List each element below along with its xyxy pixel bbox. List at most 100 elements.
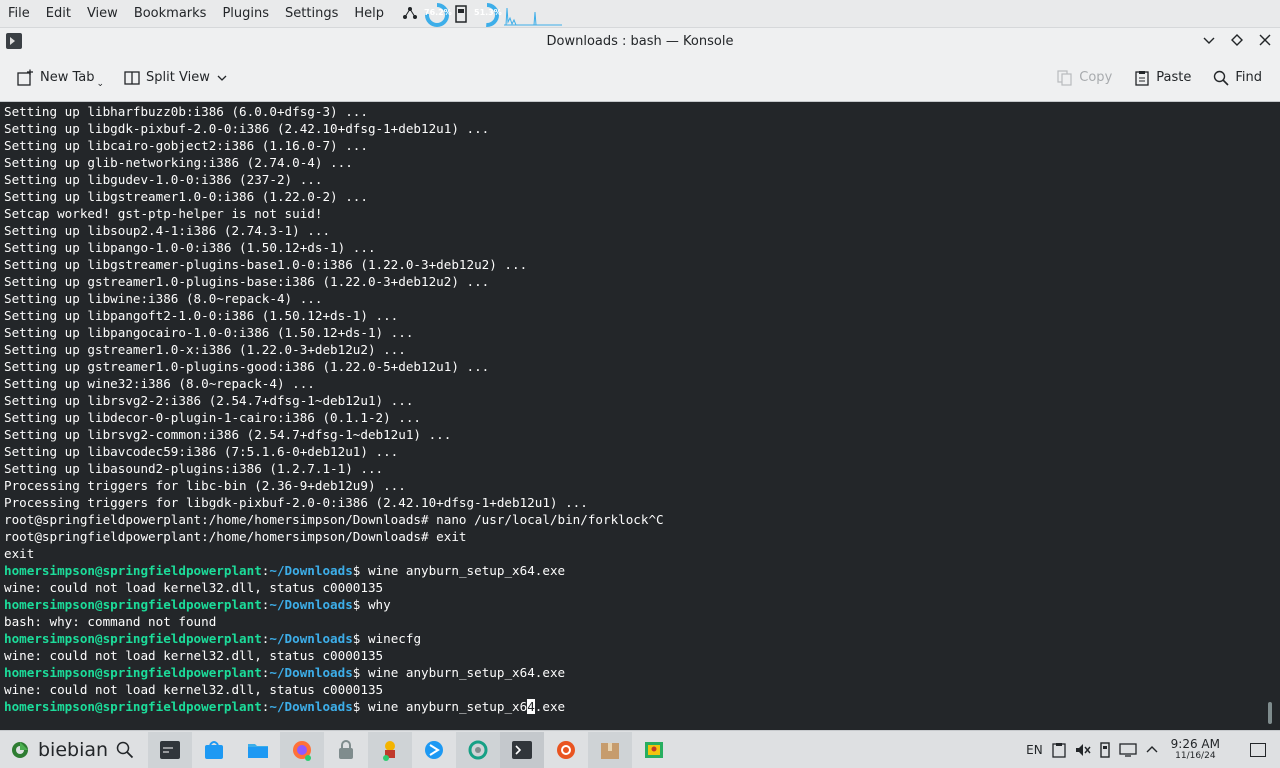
- menu-plugins[interactable]: Plugins: [214, 0, 277, 28]
- search-icon: [1214, 70, 1229, 86]
- task-game[interactable]: [368, 731, 413, 768]
- volume-muted-icon[interactable]: [1075, 742, 1091, 758]
- application-launcher[interactable]: biebian: [0, 731, 144, 768]
- keyboard-layout[interactable]: EN: [1026, 743, 1043, 757]
- konsole-toolbar: New Tab ⌄ Split View Copy Paste Find: [0, 54, 1280, 102]
- chevron-down-icon[interactable]: [216, 72, 228, 84]
- terminal-line: Setting up libpangocairo-1.0-0:i386 (1.5…: [4, 325, 414, 340]
- task-kde-connect[interactable]: [412, 732, 456, 768]
- terminal-prompt-line: homersimpson@springfieldpowerplant:~/Dow…: [4, 596, 1280, 613]
- text-cursor: 4: [527, 699, 535, 714]
- terminal-scrollbar[interactable]: [1268, 702, 1272, 724]
- terminal-line: Setting up libgudev-1.0-0:i386 (237-2) .…: [4, 172, 323, 187]
- task-archive[interactable]: [588, 731, 633, 768]
- close-icon[interactable]: [1256, 31, 1274, 49]
- find-label: Find: [1235, 70, 1262, 85]
- clock-date: 11/16/24: [1175, 750, 1216, 761]
- copy-button[interactable]: Copy: [1049, 62, 1120, 94]
- prompt-path: ~/Downloads: [269, 631, 353, 646]
- menu-file[interactable]: File: [0, 0, 38, 28]
- terminal-output-line: wine: could not load kernel32.dll, statu…: [4, 580, 384, 595]
- window-titlebar[interactable]: Downloads : bash — Konsole: [0, 28, 1280, 54]
- new-tab-label: New Tab: [40, 70, 95, 85]
- network-sparkline[interactable]: [504, 2, 562, 26]
- task-system-monitor[interactable]: [148, 731, 193, 768]
- system-tray: EN 9:26 AM 11/16/24: [1026, 738, 1280, 762]
- window-title: Downloads : bash — Konsole: [546, 33, 734, 49]
- terminal-line: Setting up libavcodec59:i386 (7:5.1.6-0+…: [4, 444, 399, 459]
- konsole-app-icon[interactable]: [6, 33, 22, 49]
- new-tab-button[interactable]: New Tab ⌄: [8, 62, 112, 94]
- terminal-icon: [512, 740, 533, 759]
- terminal-line: Setting up libpangoft2-1.0-0:i386 (1.50.…: [4, 308, 399, 323]
- cpu-gauge[interactable]: 76.2%: [424, 2, 452, 27]
- find-button[interactable]: Find: [1205, 62, 1270, 94]
- store-bag-icon: [205, 740, 224, 759]
- prompt-path: ~/Downloads: [269, 665, 353, 680]
- clipboard-icon[interactable]: [1051, 742, 1067, 758]
- task-lock[interactable]: [324, 732, 368, 768]
- terminal-output-line: bash: why: command not found: [4, 614, 217, 629]
- kde-icon: [425, 740, 444, 759]
- task-firefox[interactable]: [280, 731, 325, 768]
- search-icon[interactable]: [116, 741, 134, 759]
- terminal-view[interactable]: Setting up libharfbuzz0b:i386 (6.0.0+dfs…: [0, 102, 1280, 730]
- terminal-line: Setting up glib-networking:i386 (2.74.0-…: [4, 155, 353, 170]
- terminal-line: root@springfieldpowerplant:/home/homersi…: [4, 529, 467, 544]
- task-file-manager[interactable]: [236, 732, 280, 768]
- prompt-user: homersimpson@springfieldpowerplant: [4, 631, 262, 646]
- current-command-text-after: .exe: [534, 699, 566, 714]
- prompt-symbol: $: [352, 631, 368, 646]
- task-ubuntu[interactable]: [544, 732, 588, 768]
- terminal-line: Setting up libharfbuzz0b:i386 (6.0.0+dfs…: [4, 104, 368, 119]
- menu-settings[interactable]: Settings: [277, 0, 346, 28]
- menu-bookmarks[interactable]: Bookmarks: [126, 0, 215, 28]
- debian-swirl-icon: [12, 741, 28, 758]
- terminal-line: Processing triggers for libc-bin (2.36-9…: [4, 478, 406, 493]
- minimize-icon[interactable]: [1200, 31, 1218, 49]
- prompt-symbol: $: [352, 665, 368, 680]
- device-notifier-icon[interactable]: [1099, 741, 1111, 758]
- folder-icon: [248, 743, 269, 758]
- terminal-line: Setting up librsvg2-common:i386 (2.54.7+…: [4, 427, 452, 442]
- network-wired-icon[interactable]: [1119, 742, 1137, 758]
- maximize-icon[interactable]: [1228, 31, 1246, 49]
- split-view-button[interactable]: Split View: [116, 62, 236, 94]
- network-icon[interactable]: [402, 6, 418, 22]
- memory-gauge[interactable]: 51.3%: [474, 2, 502, 27]
- chevron-up-icon[interactable]: [1145, 743, 1159, 757]
- prompt-user: homersimpson@springfieldpowerplant: [4, 699, 262, 714]
- terminal-line: Setting up gstreamer1.0-x:i386 (1.22.0-3…: [4, 342, 406, 357]
- memory-icon[interactable]: [454, 4, 468, 23]
- menu-help[interactable]: Help: [346, 0, 392, 28]
- terminal-line: Setting up libpango-1.0-0:i386 (1.50.12+…: [4, 240, 376, 255]
- task-konsole[interactable]: [500, 731, 545, 768]
- menu-view[interactable]: View: [79, 0, 126, 28]
- terminal-line: Setting up libcairo-gobject2:i386 (1.16.…: [4, 138, 368, 153]
- terminal-prompt-line: homersimpson@springfieldpowerplant:~/Dow…: [4, 664, 1280, 681]
- menu-edit[interactable]: Edit: [38, 0, 79, 28]
- terminal-line: Setting up libgdk-pixbuf-2.0-0:i386 (2.4…: [4, 121, 490, 136]
- system-monitor-icon: [160, 740, 181, 759]
- command-text: winecfg: [367, 631, 422, 646]
- terminal-prompt-line: homersimpson@springfieldpowerplant:~/Dow…: [4, 698, 1280, 715]
- prompt-symbol: $: [352, 699, 368, 714]
- show-desktop-button[interactable]: [1250, 742, 1266, 757]
- digital-clock[interactable]: 9:26 AM 11/16/24: [1171, 738, 1220, 762]
- package-box-icon: [601, 742, 620, 759]
- current-command-text: wine anyburn_setup_x6: [367, 699, 528, 714]
- copy-label: Copy: [1079, 70, 1113, 85]
- new-tab-dropdown-icon[interactable]: ⌄: [97, 79, 105, 89]
- firefox-icon: [293, 740, 312, 761]
- paste-button[interactable]: Paste: [1126, 62, 1199, 94]
- task-image-viewer[interactable]: [632, 732, 676, 768]
- global-menu-bar: File Edit View Bookmarks Plugins Setting…: [0, 0, 1280, 28]
- prompt-user: homersimpson@springfieldpowerplant: [4, 563, 262, 578]
- taskbar: biebian EN 9:26 AM 11/16/24: [0, 730, 1280, 768]
- split-view-label: Split View: [146, 70, 210, 85]
- launcher-label: biebian: [38, 738, 109, 761]
- terminal-line: exit: [4, 546, 35, 561]
- task-sync[interactable]: [456, 731, 501, 768]
- task-discover[interactable]: [192, 732, 236, 768]
- prompt-symbol: $: [352, 597, 368, 612]
